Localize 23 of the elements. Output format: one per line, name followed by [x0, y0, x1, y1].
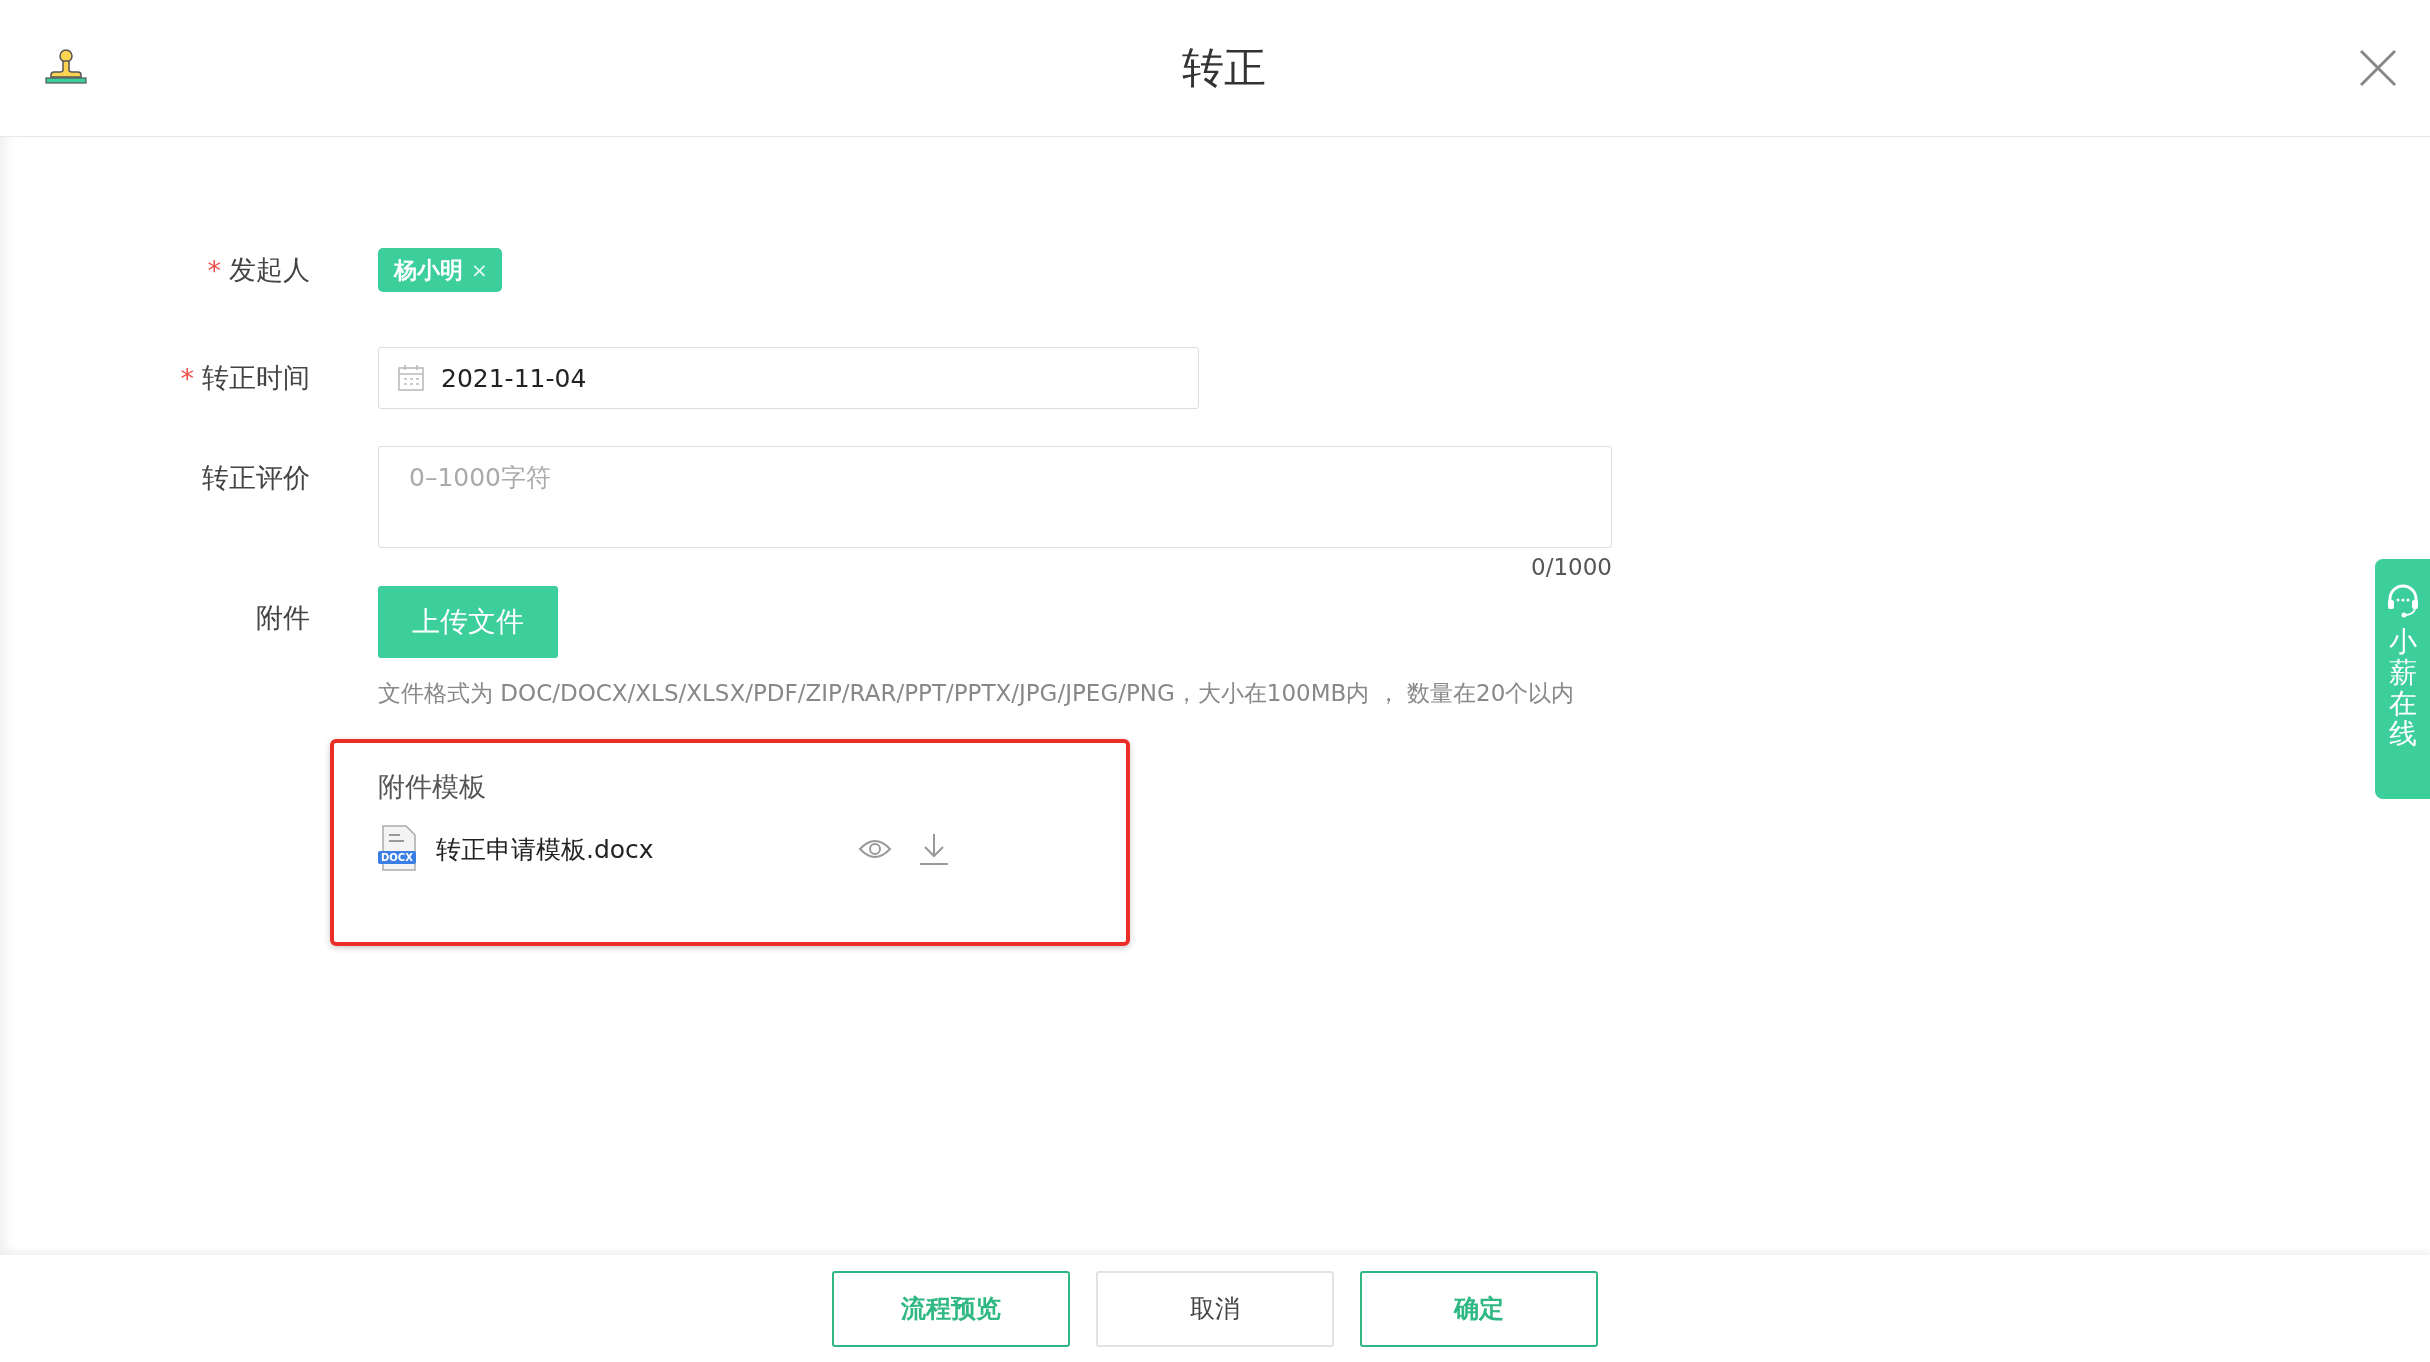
footer-button[interactable]: 取消 — [1096, 1270, 1334, 1347]
person-tag[interactable]: 杨小明 × — [378, 248, 502, 292]
evaluation-field[interactable]: 0–1000字符 — [378, 446, 1612, 548]
character-counter: 0/1000 — [1530, 553, 1612, 582]
dialog-title: 转正 — [1181, 42, 1267, 94]
field-label: 转正评价 — [202, 461, 310, 495]
field-label: 发起人 — [229, 253, 310, 287]
footer-button[interactable]: 确定 — [1360, 1270, 1598, 1347]
field-label: 附件 — [256, 601, 310, 635]
download-icon[interactable] — [918, 832, 950, 866]
close-icon[interactable] — [2358, 48, 2398, 88]
upload-button[interactable]: 上传文件 — [378, 586, 558, 658]
online-support-tab[interactable]: 小薪在线 — [2375, 559, 2430, 799]
calendar-icon — [397, 364, 425, 392]
footer-button[interactable]: 流程预览 — [832, 1270, 1070, 1347]
date-field[interactable]: 2021-11-04 — [378, 347, 1199, 409]
template-title: 附件模板 — [378, 770, 487, 804]
required-mark: * — [207, 254, 221, 286]
file-name[interactable]: 转正申请模板.docx — [436, 832, 856, 866]
field-label: 转正时间 — [202, 361, 310, 395]
upload-hint: 文件格式为 DOC/DOCX/XLS/XLSX/PDF/ZIP/RAR/PPT/PPTX/JPG/JPEG/PNG，大小在100MB内 ， 数量在20个以内 — [378, 679, 1575, 708]
required-mark: * — [180, 362, 194, 394]
eye-icon[interactable] — [858, 837, 892, 861]
